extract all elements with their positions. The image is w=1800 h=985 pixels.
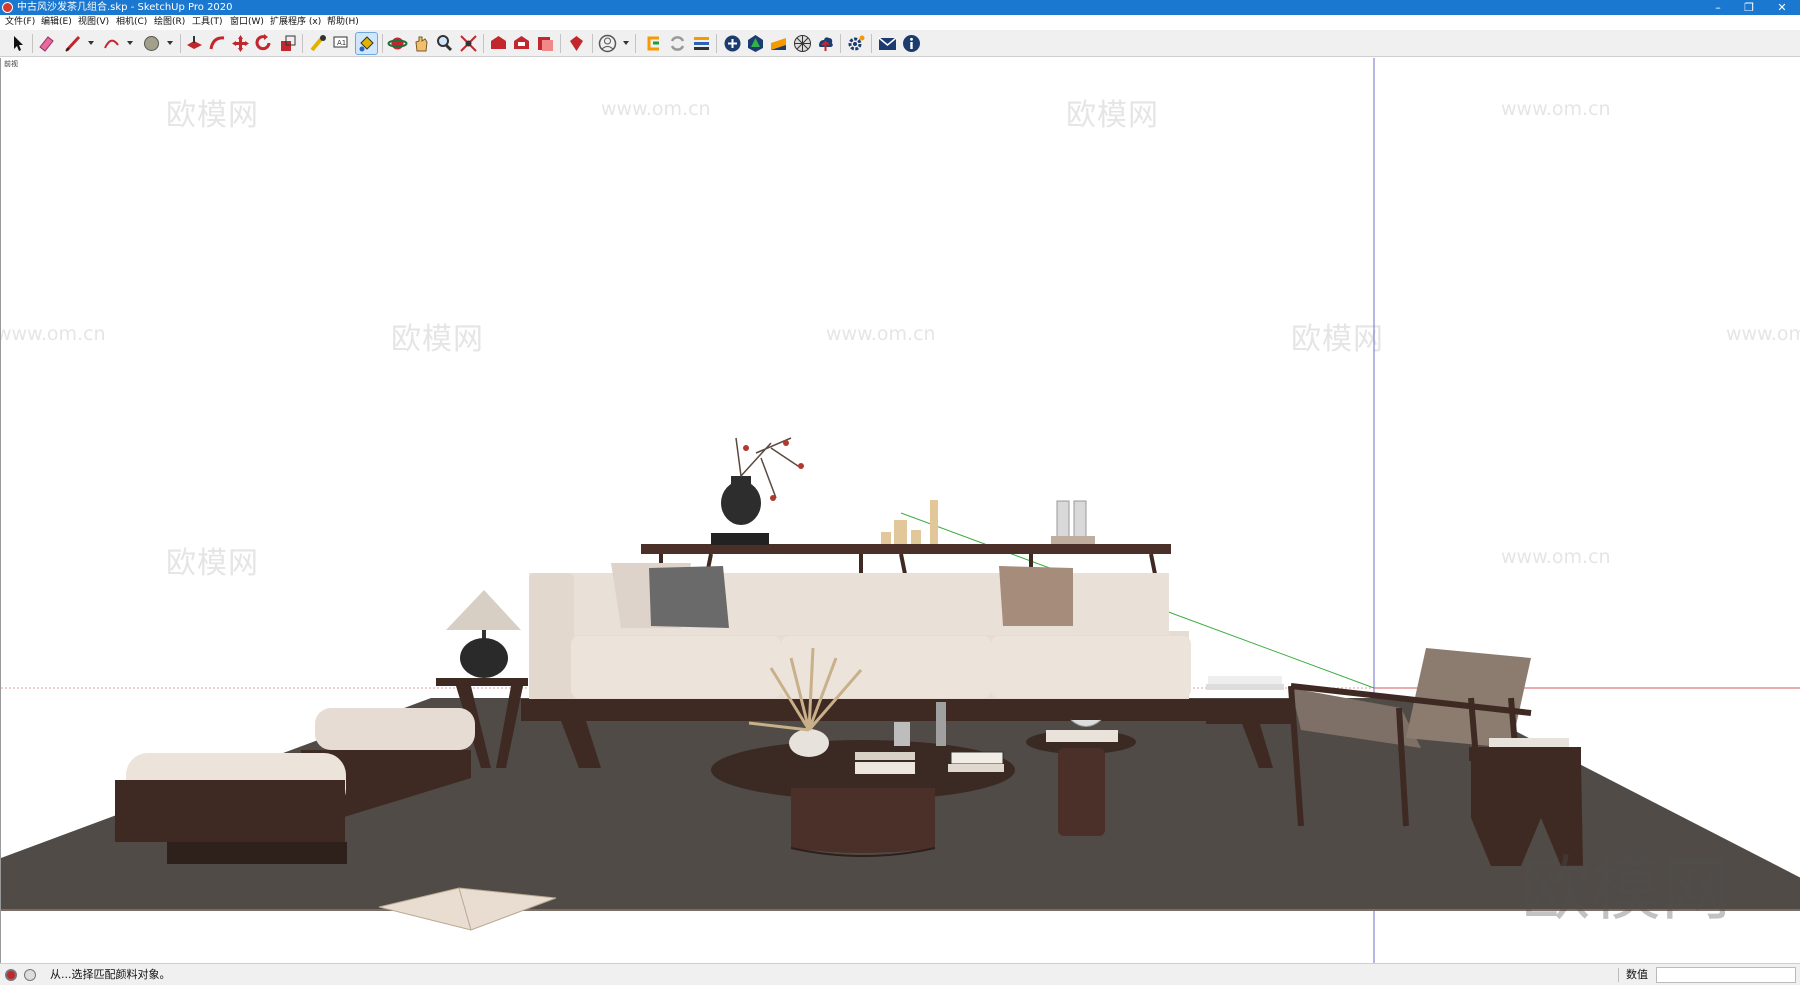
measurements-label: 数值 (1626, 968, 1648, 981)
extension-tool-5-icon[interactable] (745, 33, 766, 54)
mail-icon[interactable] (877, 33, 898, 54)
settings-gear-icon[interactable] (846, 33, 867, 54)
geo-location-icon[interactable] (5, 969, 17, 981)
orbit-tool-icon[interactable] (387, 33, 408, 54)
extension-tool-3-icon[interactable] (691, 33, 712, 54)
extension-warehouse-tool-icon[interactable] (511, 33, 532, 54)
sketchup-logo-icon (2, 2, 13, 13)
svg-text:A1: A1 (337, 39, 346, 47)
menu-draw[interactable]: 绘图(R) (154, 15, 185, 30)
zoom-extents-tool-icon[interactable] (458, 33, 479, 54)
extension-tool-6-icon[interactable] (768, 33, 789, 54)
window-title: 中古风沙发茶几组合.skp - SketchUp Pro 2020 (17, 2, 233, 13)
scene-canvas: 欧模网 (1, 58, 1800, 963)
user-account-icon[interactable] (597, 33, 618, 54)
ruby-tool-icon[interactable] (566, 33, 587, 54)
paint-bucket-tool-icon[interactable] (355, 32, 378, 55)
text-tool-icon[interactable]: A1 (331, 33, 352, 54)
console-table (641, 544, 1171, 554)
wood-stool-top (1469, 747, 1581, 761)
ottoman-cushion (315, 708, 475, 750)
glass-decor (1056, 500, 1070, 540)
scale-tool-icon[interactable] (277, 33, 298, 54)
menu-file[interactable]: 文件(F) (5, 15, 35, 30)
pan-tool-icon[interactable] (411, 33, 432, 54)
push-pull-tool-icon[interactable] (184, 33, 205, 54)
menu-camera[interactable]: 相机(C) (116, 15, 147, 30)
layout-tool-icon[interactable] (535, 33, 556, 54)
move-tool-icon[interactable] (230, 33, 251, 54)
extension-tool-7-icon[interactable] (792, 33, 813, 54)
extension-tool-4-icon[interactable] (722, 33, 743, 54)
select-tool-icon[interactable] (7, 33, 28, 54)
gray-pillow (649, 566, 729, 628)
main-toolbar: A1 (0, 30, 1800, 57)
book-stack (855, 752, 915, 760)
modeling-viewport[interactable]: 前视 欧模网 www.om.cn 欧模网 www.om.cn www.om.cn… (0, 58, 1800, 963)
rotate-tool-icon[interactable] (253, 33, 274, 54)
menu-view[interactable]: 视图(V) (78, 15, 109, 30)
lamp-shade (446, 590, 521, 630)
side-table (436, 678, 528, 686)
status-message: 从...选择匹配颜料对象。 (50, 968, 171, 981)
sofa-arm-left (529, 573, 574, 709)
close-button[interactable]: ✕ (1764, 0, 1800, 15)
corner-watermark: 欧模网 (1521, 848, 1731, 930)
menu-window[interactable]: 窗口(W) (230, 15, 264, 30)
eraser-tool-icon[interactable] (36, 33, 57, 54)
tape-measure-tool-icon[interactable] (308, 33, 329, 54)
warehouse-tool-icon[interactable] (488, 33, 509, 54)
line-tool-icon[interactable] (63, 33, 84, 54)
menu-bar: 文件(F) 编辑(E) 视图(V) 相机(C) 绘图(R) 工具(T) 窗口(W… (0, 15, 1800, 30)
zoom-tool-icon[interactable] (434, 33, 455, 54)
sofa-base (521, 699, 1291, 721)
brown-pillow (999, 566, 1073, 626)
menu-edit[interactable]: 编辑(E) (41, 15, 72, 30)
candle (894, 520, 907, 544)
arc-tool-icon[interactable] (101, 33, 122, 54)
credits-info-icon[interactable] (24, 969, 36, 981)
measurements-input[interactable] (1656, 967, 1796, 983)
menu-help[interactable]: 帮助(H) (327, 15, 359, 30)
shapes-tool-icon[interactable] (141, 33, 162, 54)
status-bar: 从...选择匹配颜料对象。 数值 (0, 963, 1800, 985)
follow-me-tool-icon[interactable] (207, 33, 228, 54)
info-icon[interactable] (901, 33, 922, 54)
daybed-base (115, 780, 345, 842)
planter-vase (789, 729, 829, 757)
sketchup-window: 中古风沙发茶几组合.skp - SketchUp Pro 2020 – ❐ ✕ … (0, 0, 1800, 985)
extension-tool-2-icon[interactable] (667, 33, 688, 54)
title-bar: 中古风沙发茶几组合.skp - SketchUp Pro 2020 – ❐ ✕ (0, 0, 1800, 15)
restore-button[interactable]: ❐ (1731, 0, 1767, 15)
menu-tools[interactable]: 工具(T) (192, 15, 223, 30)
extension-tool-1-icon[interactable] (643, 33, 664, 54)
extension-tool-8-icon[interactable] (815, 33, 836, 54)
black-vase (721, 481, 761, 525)
menu-extensions[interactable]: 扩展程序 (x) (270, 15, 321, 30)
sofa-cushion (571, 636, 781, 698)
lamp-base (460, 638, 508, 678)
